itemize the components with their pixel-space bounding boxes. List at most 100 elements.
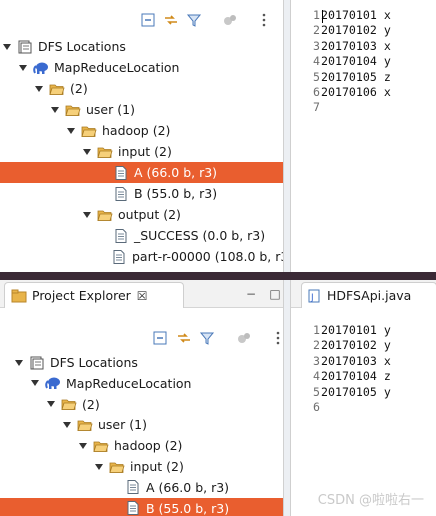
expand-arrow-icon[interactable] xyxy=(78,441,88,451)
expand-arrow-icon[interactable] xyxy=(50,105,60,115)
line-text: 20170105 z xyxy=(321,69,391,84)
file-icon xyxy=(125,501,141,516)
expand-arrow-icon[interactable] xyxy=(82,210,92,220)
screenshot-divider xyxy=(0,272,436,280)
view-menu-icon[interactable] xyxy=(270,330,283,346)
expand-arrow-icon[interactable] xyxy=(34,84,44,94)
project-explorer-tree: DFS Locations MapReduceLocation (2) user (1… xyxy=(0,0,284,272)
tree-item-label: DFS Locations xyxy=(38,39,126,54)
tree-item[interactable]: user (1) xyxy=(0,99,283,120)
collapse-all-icon[interactable] xyxy=(140,12,156,28)
tree-item[interactable]: DFS Locations xyxy=(0,36,283,57)
code-line[interactable]: 2 20170102 y xyxy=(291,23,391,38)
code-line[interactable]: 7 xyxy=(291,100,391,115)
tree-item-label: input (2) xyxy=(118,144,172,159)
folder-open-icon xyxy=(49,82,65,96)
text-editor[interactable]: 1 20170101 x 2 20170102 y 3 20170103 x 4 201701… xyxy=(290,0,436,272)
minimize-button[interactable]: − xyxy=(244,287,258,301)
line-text: 20170104 y xyxy=(321,54,391,69)
text-caret xyxy=(322,10,323,23)
link-with-editor-icon[interactable] xyxy=(163,12,179,28)
tree-item[interactable]: A (66.0 b, r3) xyxy=(0,162,283,183)
code-line[interactable]: 1 20170101 x xyxy=(291,8,391,23)
java-editor[interactable]: J HDFSApi.java 1 20170101 y 2 20170102 y 3 20… xyxy=(290,280,436,516)
line-number: 5 xyxy=(313,69,320,84)
close-icon[interactable]: ☒ xyxy=(137,289,148,303)
code-line[interactable]: 3 20170103 x xyxy=(291,354,391,369)
code-line[interactable]: 6 xyxy=(291,400,391,415)
tree-item[interactable]: B (55.0 b, r3) xyxy=(0,497,283,516)
tree-item[interactable]: A (66.0 b, r3) xyxy=(0,477,283,498)
code-line[interactable]: 4 20170104 z xyxy=(291,369,391,384)
line-number: 4 xyxy=(313,369,320,384)
line-number: 6 xyxy=(313,85,320,100)
editor-tab-title: HDFSApi.java xyxy=(327,288,412,303)
tree-item[interactable]: input (2) xyxy=(0,141,283,162)
tree-item[interactable]: MapReduceLocation xyxy=(0,373,283,394)
expand-arrow-icon[interactable] xyxy=(2,42,12,52)
tree-item[interactable]: output (2) xyxy=(0,204,283,225)
tree-item[interactable]: part-r-00000 (108.0 b, r3) xyxy=(0,246,283,267)
expand-arrow-icon[interactable] xyxy=(82,147,92,157)
tree-item[interactable]: DFS Locations xyxy=(0,352,283,373)
java-file-icon: J xyxy=(306,289,322,303)
collapse-all-icon[interactable] xyxy=(152,330,168,346)
file-icon xyxy=(113,165,129,180)
tree-item[interactable]: input (2) xyxy=(0,456,283,477)
tree-item[interactable]: B (55.0 b, r3) xyxy=(0,183,283,204)
line-number: 5 xyxy=(313,384,320,399)
file-icon xyxy=(113,186,129,201)
code-line[interactable]: 3 20170103 x xyxy=(291,39,391,54)
folder-open-icon xyxy=(81,124,97,138)
filter-icon[interactable] xyxy=(186,12,202,28)
line-text: 20170105 y xyxy=(321,384,391,399)
expand-arrow-icon[interactable] xyxy=(14,358,24,368)
folder-open-icon xyxy=(93,439,109,453)
tree-item[interactable]: user (1) xyxy=(0,414,283,435)
svg-text:J: J xyxy=(310,293,314,303)
folder-open-icon xyxy=(65,103,81,117)
code-line[interactable]: 1 20170101 y xyxy=(291,323,391,338)
tree-item[interactable]: _SUCCESS (0.0 b, r3) xyxy=(0,225,283,246)
expand-arrow-icon[interactable] xyxy=(62,420,72,430)
line-number: 4 xyxy=(313,54,320,69)
link-with-editor-icon[interactable] xyxy=(176,330,192,346)
line-number: 1 xyxy=(313,8,320,22)
tree-item-label: input (2) xyxy=(130,459,184,474)
code-line[interactable]: 4 20170104 y xyxy=(291,54,391,69)
watermark: CSDN @啦啦右一 xyxy=(317,493,424,508)
code-line[interactable]: 5 20170105 z xyxy=(291,70,391,85)
code-line[interactable]: 6 20170106 x xyxy=(291,85,391,100)
tree-item[interactable]: hadoop (2) xyxy=(0,435,283,456)
code-line[interactable]: 2 20170102 y xyxy=(291,338,391,353)
tree-item-label: B (55.0 b, r3) xyxy=(134,186,218,201)
tab-project-explorer[interactable]: Project Explorer ☒ xyxy=(4,282,184,308)
tree-item-label: MapReduceLocation xyxy=(66,375,192,391)
hadoop-icon[interactable] xyxy=(222,12,238,28)
expand-arrow-icon[interactable] xyxy=(66,126,76,136)
filter-icon[interactable] xyxy=(199,330,215,346)
folder-open-icon xyxy=(97,208,113,222)
tab-hdfsapi-java[interactable]: J HDFSApi.java xyxy=(301,282,436,308)
view-menu-icon[interactable] xyxy=(256,12,272,28)
tree-item[interactable]: MapReduceLocation xyxy=(0,57,283,78)
top-screenshot: DFS Locations MapReduceLocation (2) user (1… xyxy=(0,0,436,272)
tree-item[interactable]: (2) xyxy=(0,394,283,415)
tree-item-label: B (55.0 b, r3) xyxy=(146,500,230,516)
expand-arrow-icon[interactable] xyxy=(18,63,28,73)
line-text: 20170103 x xyxy=(321,353,391,368)
folder-open-icon xyxy=(109,460,125,474)
line-text: 20170102 y xyxy=(321,338,391,353)
maximize-button[interactable]: □ xyxy=(268,287,282,301)
hadoop-icon[interactable] xyxy=(236,330,252,346)
folder-open-icon xyxy=(61,397,77,411)
line-number: 3 xyxy=(313,353,320,368)
expand-arrow-icon[interactable] xyxy=(94,462,104,472)
code-line[interactable]: 5 20170105 y xyxy=(291,385,391,400)
line-number: 1 xyxy=(313,323,320,337)
tree-item[interactable]: (2) xyxy=(0,78,283,99)
tree-item[interactable]: hadoop (2) xyxy=(0,120,283,141)
expand-arrow-icon[interactable] xyxy=(46,399,56,409)
expand-arrow-icon[interactable] xyxy=(30,378,40,388)
line-text: 20170104 z xyxy=(321,369,391,384)
